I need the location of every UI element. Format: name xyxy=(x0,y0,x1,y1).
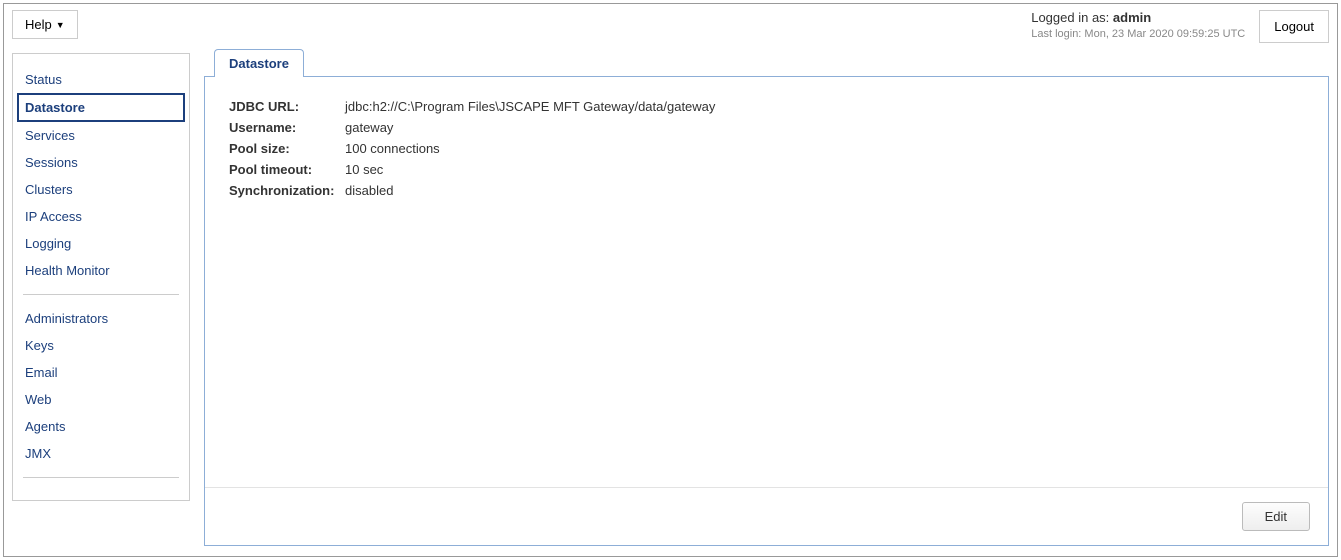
help-menu-button[interactable]: Help ▼ xyxy=(12,10,78,39)
logged-in-user: admin xyxy=(1113,10,1151,25)
field-value: 10 sec xyxy=(345,162,1304,177)
sidebar-item-jmx[interactable]: JMX xyxy=(23,440,179,467)
panel-body: JDBC URL: jdbc:h2://C:\Program Files\JSC… xyxy=(205,77,1328,487)
field-row-jdbc-url: JDBC URL: jdbc:h2://C:\Program Files\JSC… xyxy=(229,99,1304,114)
sidebar-item-administrators[interactable]: Administrators xyxy=(23,305,179,332)
sidebar-item-health-monitor[interactable]: Health Monitor xyxy=(23,257,179,284)
field-row-pool-timeout: Pool timeout: 10 sec xyxy=(229,162,1304,177)
panel: JDBC URL: jdbc:h2://C:\Program Files\JSC… xyxy=(204,76,1329,546)
sidebar-item-logging[interactable]: Logging xyxy=(23,230,179,257)
field-value: 100 connections xyxy=(345,141,1304,156)
login-info: Logged in as: admin Last login: Mon, 23 … xyxy=(1031,10,1245,41)
sidebar-item-web[interactable]: Web xyxy=(23,386,179,413)
logout-button[interactable]: Logout xyxy=(1259,10,1329,43)
field-value: gateway xyxy=(345,120,1304,135)
sidebar-item-clusters[interactable]: Clusters xyxy=(23,176,179,203)
field-row-pool-size: Pool size: 100 connections xyxy=(229,141,1304,156)
sidebar-item-sessions[interactable]: Sessions xyxy=(23,149,179,176)
sidebar-item-ip-access[interactable]: IP Access xyxy=(23,203,179,230)
tab-strip: Datastore xyxy=(204,49,1329,77)
topbar: Help ▼ Logged in as: admin Last login: M… xyxy=(4,4,1337,49)
field-value: jdbc:h2://C:\Program Files\JSCAPE MFT Ga… xyxy=(345,99,1304,114)
sidebar-divider xyxy=(23,294,179,295)
sidebar-item-status[interactable]: Status xyxy=(23,66,179,93)
sidebar-item-datastore[interactable]: Datastore xyxy=(17,93,185,122)
field-value: disabled xyxy=(345,183,1304,198)
tab-datastore[interactable]: Datastore xyxy=(214,49,304,77)
sidebar-item-services[interactable]: Services xyxy=(23,122,179,149)
field-label: Username: xyxy=(229,120,345,135)
field-label: Synchronization: xyxy=(229,183,345,198)
field-label: Pool timeout: xyxy=(229,162,345,177)
sidebar-item-agents[interactable]: Agents xyxy=(23,413,179,440)
panel-footer: Edit xyxy=(205,487,1328,545)
sidebar-item-email[interactable]: Email xyxy=(23,359,179,386)
field-label: JDBC URL: xyxy=(229,99,345,114)
field-row-synchronization: Synchronization: disabled xyxy=(229,183,1304,198)
sidebar-item-keys[interactable]: Keys xyxy=(23,332,179,359)
help-label: Help xyxy=(25,17,52,32)
main-area: Datastore JDBC URL: jdbc:h2://C:\Program… xyxy=(204,49,1329,546)
caret-down-icon: ▼ xyxy=(56,20,65,30)
field-row-username: Username: gateway xyxy=(229,120,1304,135)
logged-in-prefix: Logged in as: xyxy=(1031,10,1113,25)
last-login-text: Last login: Mon, 23 Mar 2020 09:59:25 UT… xyxy=(1031,27,1245,41)
sidebar: Status Datastore Services Sessions Clust… xyxy=(12,53,190,501)
edit-button[interactable]: Edit xyxy=(1242,502,1310,531)
sidebar-divider-2 xyxy=(23,477,179,478)
field-label: Pool size: xyxy=(229,141,345,156)
